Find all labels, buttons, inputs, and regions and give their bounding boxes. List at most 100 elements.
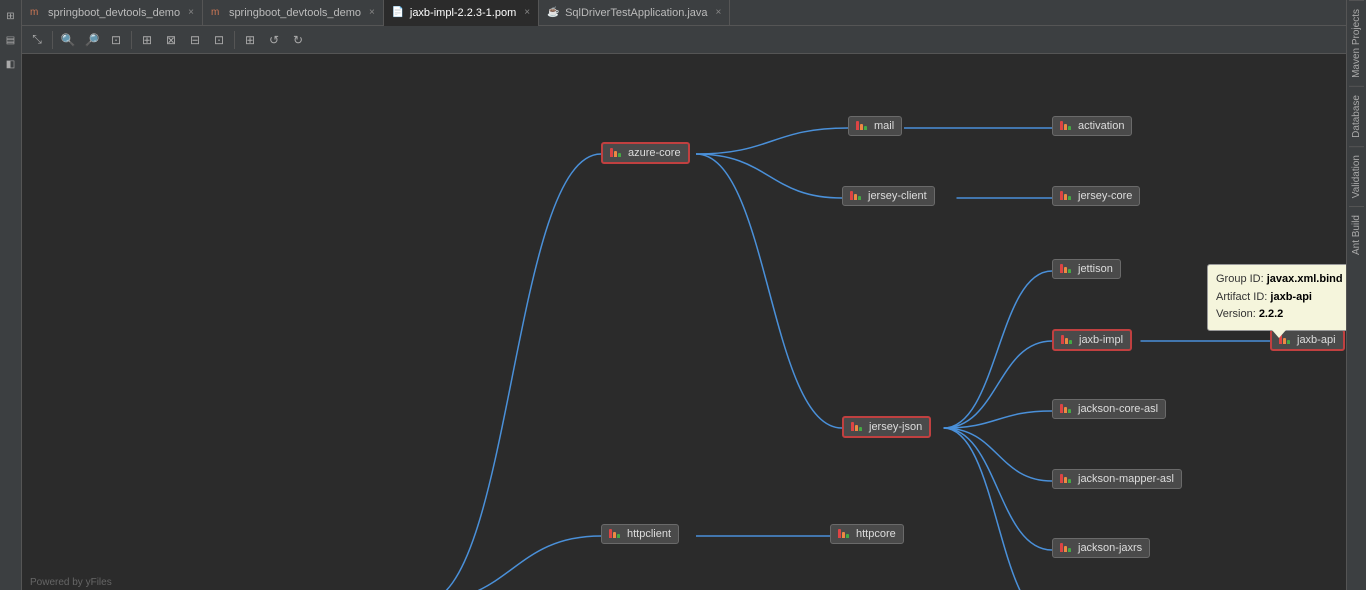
right-tab-maven[interactable]: Maven Projects (1349, 0, 1364, 86)
connection-jersey-json-jettison (944, 271, 1053, 428)
node-jersey-core[interactable]: jersey-core (1052, 186, 1140, 206)
tab-label-1: springboot_devtools_demo (229, 7, 361, 19)
node-label-httpclient: httpclient (627, 528, 671, 540)
tooltip-box: Group ID: javax.xml.bind Artifact ID: ja… (1207, 264, 1346, 331)
graph-canvas[interactable]: Group ID: javax.xml.bind Artifact ID: ja… (22, 54, 1346, 590)
node-icon-jaxb-impl (1061, 335, 1075, 345)
tooltip-version: Version: 2.2.2 (1216, 306, 1343, 324)
connection-jersey-json-jackson-core-asl (944, 411, 1053, 428)
node-label-jackson-mapper-asl: jackson-mapper-asl (1078, 473, 1174, 485)
tooltip-artifact-id: Artifact ID: jaxb-api (1216, 289, 1343, 307)
node-icon-jackson-core-asl (1060, 404, 1074, 414)
connection-azure-core-mail (696, 128, 848, 154)
tab-icon-0: m (30, 8, 44, 18)
tab-close-1[interactable]: × (369, 7, 375, 18)
connection-azure-core-jersey-client (696, 154, 842, 198)
connection-azure-core-jersey-json (696, 154, 842, 428)
node-icon-jackson-jaxrs (1060, 543, 1074, 553)
zoom-reset-button[interactable]: ⊡ (105, 29, 127, 51)
node-icon-jackson-mapper-asl (1060, 474, 1074, 484)
node-label-jaxb-impl: jaxb-impl (1079, 334, 1123, 346)
sidebar-icon-3[interactable]: ◧ (2, 55, 20, 73)
node-httpcore[interactable]: httpcore (830, 524, 904, 544)
fit-button[interactable]: ⤡ (26, 29, 48, 51)
node-jackson-core-asl[interactable]: jackson-core-asl (1052, 399, 1166, 419)
zoom-in-button[interactable]: 🔍 (57, 29, 79, 51)
node-label-jersey-client: jersey-client (868, 190, 927, 202)
node-label-activation: activation (1078, 120, 1124, 132)
tab-1[interactable]: m springboot_devtools_demo × (203, 0, 384, 26)
node-icon-activation (1060, 121, 1074, 131)
footer: Powered by yFiles (22, 575, 120, 590)
tooltip-arrow (1272, 330, 1286, 338)
expand-button[interactable]: ⊡ (208, 29, 230, 51)
redo-button[interactable]: ↻ (287, 29, 309, 51)
node-jersey-client[interactable]: jersey-client (842, 186, 935, 206)
node-label-jersey-core: jersey-core (1078, 190, 1132, 202)
node-icon-azure-core (610, 148, 624, 158)
right-sidebar: Maven Projects Database Validation Ant B… (1346, 0, 1366, 590)
node-jaxb-impl[interactable]: jaxb-impl (1052, 329, 1132, 351)
tooltip-group-id: Group ID: javax.xml.bind (1216, 271, 1343, 289)
grid-button[interactable]: ⊞ (136, 29, 158, 51)
node-httpclient[interactable]: httpclient (601, 524, 679, 544)
tooltip-artifact-id-label: Artifact ID: (1216, 291, 1267, 303)
connection-jersey-json-jackson-xc (944, 428, 1053, 590)
node-mail[interactable]: mail (848, 116, 902, 136)
export-button[interactable]: ⊞ (239, 29, 261, 51)
node-icon-jersey-core (1060, 191, 1074, 201)
tab-label-0: springboot_devtools_demo (48, 7, 180, 19)
tooltip-group-id-value: javax.xml.bind (1267, 273, 1343, 285)
zoom-out-button[interactable]: 🔎 (81, 29, 103, 51)
node-label-httpcore: httpcore (856, 528, 896, 540)
connections-svg (22, 54, 1346, 590)
node-label-jersey-json: jersey-json (869, 421, 922, 433)
connection-azure-keyvault-azure-core (423, 154, 601, 590)
tab-icon-1: m (211, 8, 225, 18)
layout-button[interactable]: ⊠ (160, 29, 182, 51)
toolbar: ⤡ 🔍 🔎 ⊡ ⊞ ⊠ ⊟ ⊡ ⊞ ↺ ↻ (22, 26, 1346, 54)
node-icon-jersey-json (851, 422, 865, 432)
right-tab-ant[interactable]: Ant Build (1349, 206, 1364, 263)
node-azure-core[interactable]: azure-core (601, 142, 690, 164)
node-icon-jersey-client (850, 191, 864, 201)
connection-azure-keyvault-httpclient (423, 536, 601, 590)
tab-close-3[interactable]: × (716, 7, 722, 18)
tab-icon-3: ☕ (547, 8, 561, 18)
sidebar-icon-1[interactable]: ⊞ (2, 7, 20, 25)
tab-close-0[interactable]: × (188, 7, 194, 18)
tab-label-3: SqlDriverTestApplication.java (565, 7, 707, 19)
left-sidebar: ⊞ ▤ ◧ (0, 0, 22, 590)
connection-jersey-json-jaxb-impl (944, 341, 1053, 428)
tooltip-version-value: 2.2.2 (1259, 308, 1283, 320)
tab-3[interactable]: ☕ SqlDriverTestApplication.java × (539, 0, 730, 26)
tab-bar: m springboot_devtools_demo × m springboot_de… (22, 0, 1346, 26)
sep3 (234, 31, 235, 49)
tooltip-version-label: Version: (1216, 308, 1256, 320)
undo-button[interactable]: ↺ (263, 29, 285, 51)
sidebar-icon-2[interactable]: ▤ (2, 31, 20, 49)
tab-0[interactable]: m springboot_devtools_demo × (22, 0, 203, 26)
node-label-mail: mail (874, 120, 894, 132)
node-icon-httpclient (609, 529, 623, 539)
node-activation[interactable]: activation (1052, 116, 1132, 136)
node-label-jettison: jettison (1078, 263, 1113, 275)
right-tab-validation[interactable]: Validation (1349, 146, 1364, 206)
node-jackson-jaxrs[interactable]: jackson-jaxrs (1052, 538, 1150, 558)
node-label-jackson-core-asl: jackson-core-asl (1078, 403, 1158, 415)
right-tab-database[interactable]: Database (1349, 86, 1364, 146)
node-jackson-mapper-asl[interactable]: jackson-mapper-asl (1052, 469, 1182, 489)
node-label-jaxb-api: jaxb-api (1297, 334, 1336, 346)
tab-label-2: jaxb-impl-2.2.3-1.pom (410, 7, 516, 19)
main-area: m springboot_devtools_demo × m springboot_de… (22, 0, 1346, 590)
tab-close-2[interactable]: × (524, 7, 530, 18)
tab-2[interactable]: 📄jaxb-impl-2.2.3-1.pom× (384, 0, 539, 26)
tooltip-group-id-label: Group ID: (1216, 273, 1264, 285)
node-icon-httpcore (838, 529, 852, 539)
collapse-button[interactable]: ⊟ (184, 29, 206, 51)
node-jettison[interactable]: jettison (1052, 259, 1121, 279)
node-jersey-json[interactable]: jersey-json (842, 416, 931, 438)
sep1 (52, 31, 53, 49)
sep2 (131, 31, 132, 49)
tooltip-artifact-id-value: jaxb-api (1270, 291, 1312, 303)
